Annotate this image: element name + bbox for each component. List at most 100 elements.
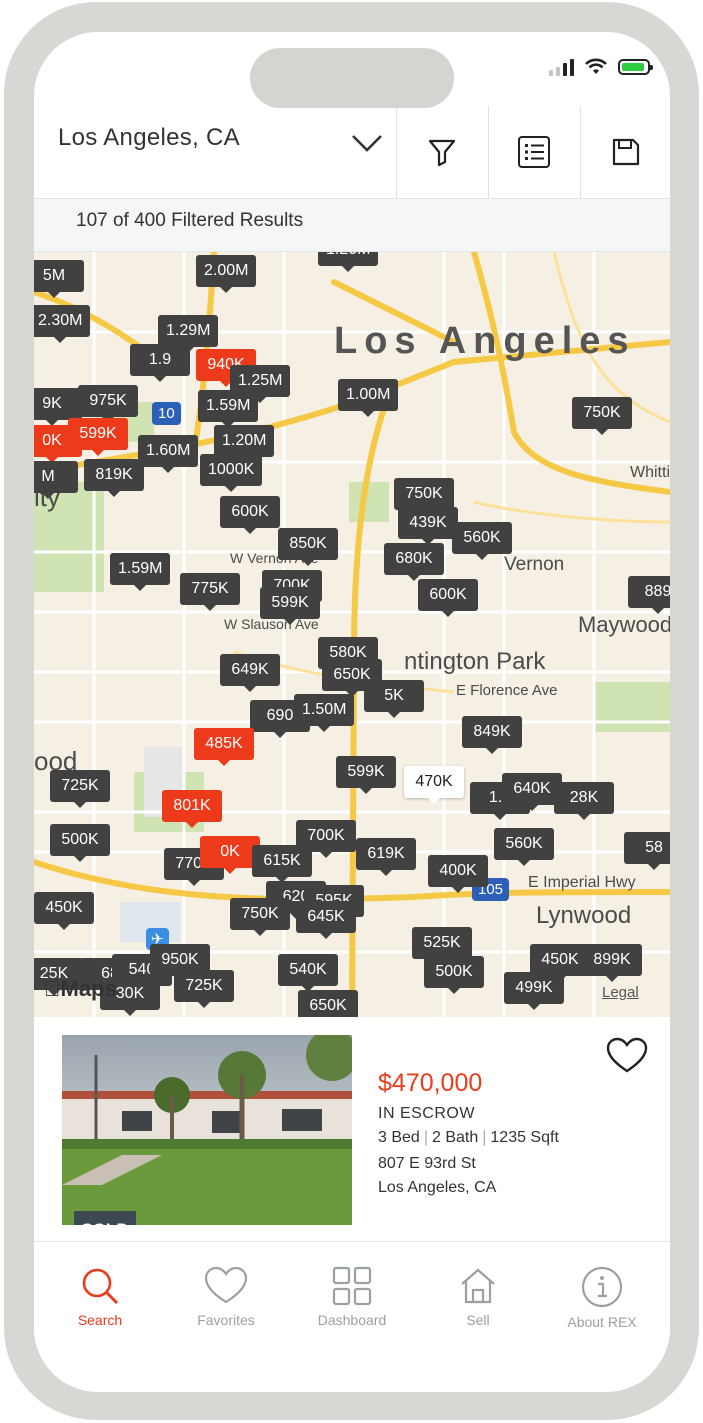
price-pin[interactable]: 619K <box>356 838 416 876</box>
price-pin[interactable]: 540K <box>278 954 338 992</box>
grid-icon <box>332 1266 372 1306</box>
listing-photo[interactable]: SOLD <box>62 1035 352 1225</box>
interstate-10-shield: 10 <box>152 402 181 425</box>
price-pin[interactable]: 649K <box>220 654 280 692</box>
tab-sell[interactable]: Sell <box>418 1266 538 1328</box>
save-icon <box>612 138 640 166</box>
price-pin[interactable]: 801K <box>162 790 222 828</box>
price-pin[interactable]: 58 <box>624 832 670 870</box>
price-pin[interactable]: 500K <box>50 824 110 862</box>
price-pin[interactable]: 650K <box>298 990 358 1017</box>
map-label-city: Los Angeles <box>334 320 636 362</box>
price-pin[interactable]: 450K <box>34 892 94 930</box>
price-pin[interactable]: 1.59M <box>110 553 171 591</box>
tab-search[interactable]: Search <box>40 1266 160 1328</box>
price-pin[interactable]: 645K <box>296 901 356 939</box>
price-pin[interactable]: 725K <box>174 970 234 1008</box>
listing-card[interactable]: SOLD $470,000 IN ESCROW 3 Bed|2 Bath|123… <box>34 1017 670 1242</box>
price-pin[interactable]: 439K <box>398 507 458 545</box>
price-pin[interactable]: 1.29M <box>158 315 219 353</box>
tab-sell-label: Sell <box>466 1312 490 1328</box>
price-pin[interactable]: 750K <box>230 898 290 936</box>
price-pin[interactable]: 1.00M <box>338 379 399 417</box>
price-pin[interactable]: 5K <box>364 680 424 718</box>
price-pin[interactable]: 1000K <box>200 454 263 492</box>
search-icon <box>82 1268 119 1305</box>
tab-favorites-label: Favorites <box>197 1312 255 1328</box>
price-pin[interactable]: 975K <box>78 385 138 423</box>
sold-badge: SOLD <box>74 1211 136 1225</box>
price-pin[interactable]: 640K <box>502 773 562 811</box>
bottom-tab-bar: Search Favorites Dashboard Sell About RE… <box>34 1242 670 1392</box>
tab-about-label: About REX <box>567 1314 637 1330</box>
info-icon <box>581 1266 623 1308</box>
price-pin[interactable]: 500K <box>424 956 484 994</box>
price-pin[interactable]: 750K <box>394 478 454 516</box>
price-pin[interactable]: 400K <box>428 855 488 893</box>
price-pin[interactable]: 499K <box>504 972 564 1010</box>
price-pin[interactable]: 1.50M <box>294 694 355 732</box>
tab-dashboard[interactable]: Dashboard <box>292 1266 412 1328</box>
price-pin[interactable]: 470K <box>404 766 464 804</box>
price-pin[interactable]: 485K <box>194 728 254 766</box>
price-pin[interactable]: 615K <box>252 845 312 883</box>
tab-favorites[interactable]: Favorites <box>166 1266 286 1328</box>
price-pin[interactable]: 599K <box>260 587 320 625</box>
listing-price: $470,000 <box>378 1069 483 1097</box>
legal-link[interactable]: Legal <box>602 984 639 1001</box>
price-pin[interactable]: 560K <box>494 828 554 866</box>
price-pin[interactable]: 9K <box>34 388 82 426</box>
price-pin[interactable]: 775K <box>180 573 240 611</box>
price-pin[interactable]: 28K <box>554 782 614 820</box>
results-bar: 107 of 400 Filtered Results <box>34 199 670 252</box>
map-view[interactable]: Los Angeles Vernon Maywood ntington Park… <box>34 252 670 1017</box>
price-pin[interactable]: 680K <box>384 543 444 581</box>
maps-attribution: Maps <box>44 976 117 1001</box>
price-pin[interactable]: 2.30M <box>34 305 91 343</box>
price-pin[interactable]: 0K <box>200 836 260 874</box>
map-label-vernon: Vernon <box>504 554 565 575</box>
favorite-heart-icon[interactable] <box>606 1037 648 1075</box>
price-pin[interactable]: 889 <box>628 576 670 614</box>
price-pin[interactable]: 849K <box>462 716 522 754</box>
price-pin[interactable]: M <box>34 461 78 499</box>
price-pin[interactable]: 819K <box>84 459 144 497</box>
map-label-whittier: Whitti <box>630 464 670 481</box>
listing-status: IN ESCROW <box>378 1105 475 1122</box>
price-pin[interactable]: 1.20M <box>214 425 275 463</box>
price-pin[interactable]: 2.00M <box>196 255 257 293</box>
price-pin[interactable]: 599K <box>336 756 396 794</box>
map-label-imperial: E Imperial Hwy <box>528 874 636 891</box>
price-pin[interactable]: 1.59M <box>198 390 259 428</box>
chevron-down-icon[interactable] <box>350 130 384 156</box>
listing-baths: 2 Bath <box>431 1129 479 1146</box>
listing-specs: 3 Bed | 2 Bath | 1235 Sqft <box>378 1129 559 1146</box>
filter-button[interactable] <box>396 106 487 198</box>
wifi-icon <box>585 58 607 74</box>
save-search-button[interactable] <box>580 106 670 198</box>
price-pin[interactable]: 899K <box>582 944 642 982</box>
location-selector[interactable]: Los Angeles, CA <box>58 124 240 152</box>
status-bar-icons <box>549 58 653 76</box>
list-view-button[interactable] <box>488 106 579 198</box>
price-pin[interactable]: 600K <box>418 579 478 617</box>
filter-icon <box>428 139 456 167</box>
price-pin[interactable]: 1.20M <box>318 252 379 272</box>
price-pin[interactable]: 5M <box>34 260 84 298</box>
battery-icon <box>618 59 653 75</box>
results-count: 107 of 400 Filtered Results <box>76 210 304 231</box>
map-label-maywood: Maywood <box>578 612 670 637</box>
tab-about[interactable]: About REX <box>542 1266 662 1330</box>
price-pin[interactable]: 750K <box>572 397 632 435</box>
price-pin[interactable]: 560K <box>452 522 512 560</box>
price-pin[interactable]: 600K <box>220 496 280 534</box>
listing-address-line2: Los Angeles, CA <box>378 1179 497 1196</box>
list-icon <box>518 136 550 168</box>
price-pin[interactable]: 850K <box>278 528 338 566</box>
price-pin[interactable]: 599K <box>68 418 128 456</box>
tab-dashboard-label: Dashboard <box>317 1312 387 1328</box>
price-pin[interactable]: 525K <box>412 927 472 965</box>
price-pin[interactable]: 1.9 <box>130 344 190 382</box>
price-pin[interactable]: 1.60M <box>138 435 199 473</box>
price-pin[interactable]: 725K <box>50 770 110 808</box>
